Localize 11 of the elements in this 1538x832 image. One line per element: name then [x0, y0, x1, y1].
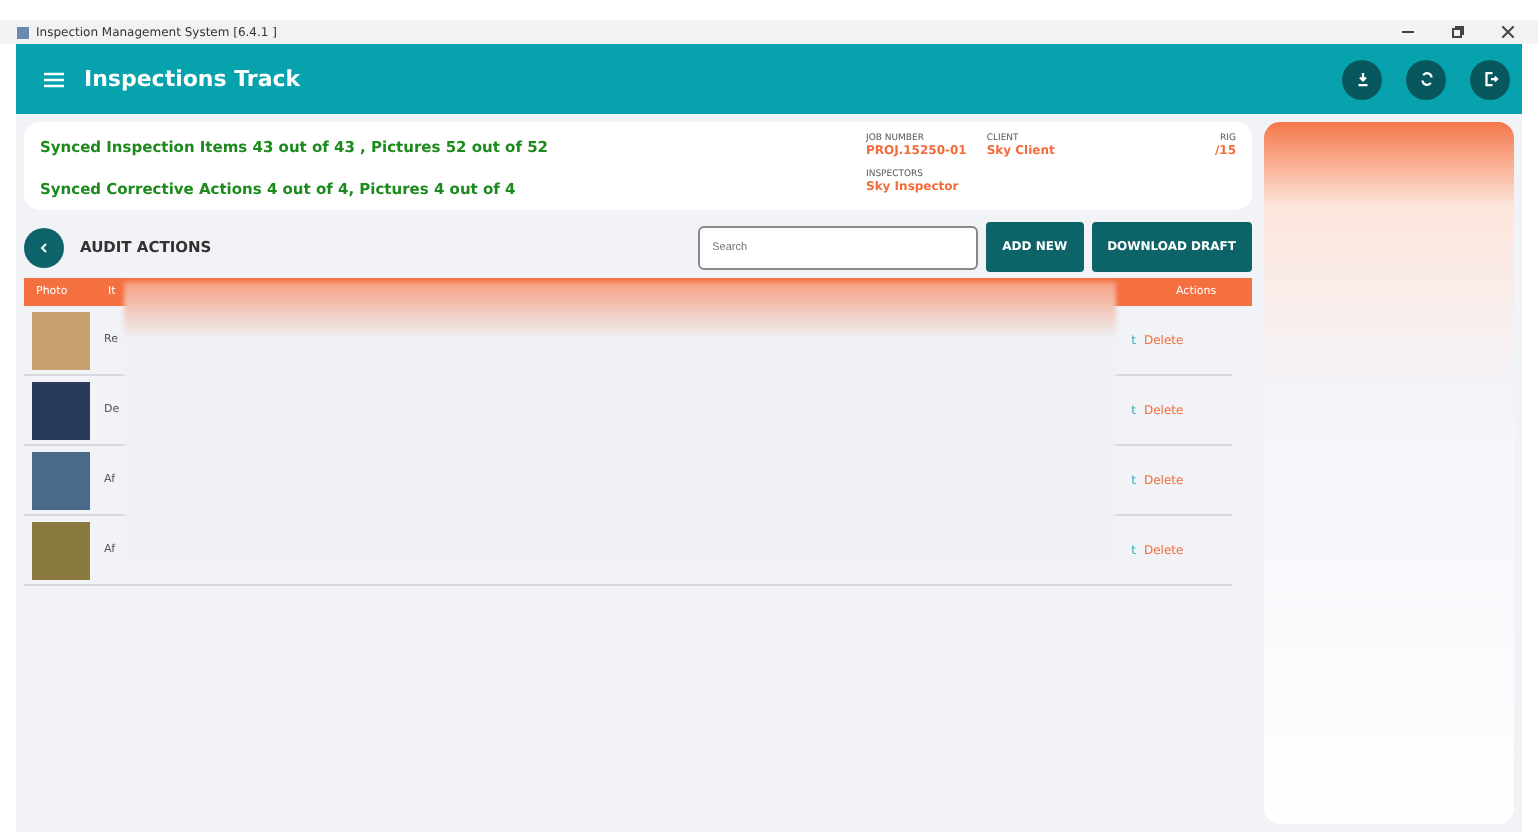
chevron-left-icon	[38, 241, 50, 253]
app-icon	[16, 25, 30, 39]
menu-icon[interactable]	[44, 71, 64, 87]
logout-icon	[1481, 70, 1499, 88]
back-button[interactable]	[24, 227, 64, 267]
download-button[interactable]	[1342, 59, 1382, 99]
download-icon	[1353, 70, 1371, 88]
page-title: Inspections Track	[84, 66, 303, 92]
logout-button[interactable]	[1470, 59, 1510, 99]
sync-button[interactable]	[1406, 59, 1446, 99]
sync-icon	[1417, 70, 1435, 88]
